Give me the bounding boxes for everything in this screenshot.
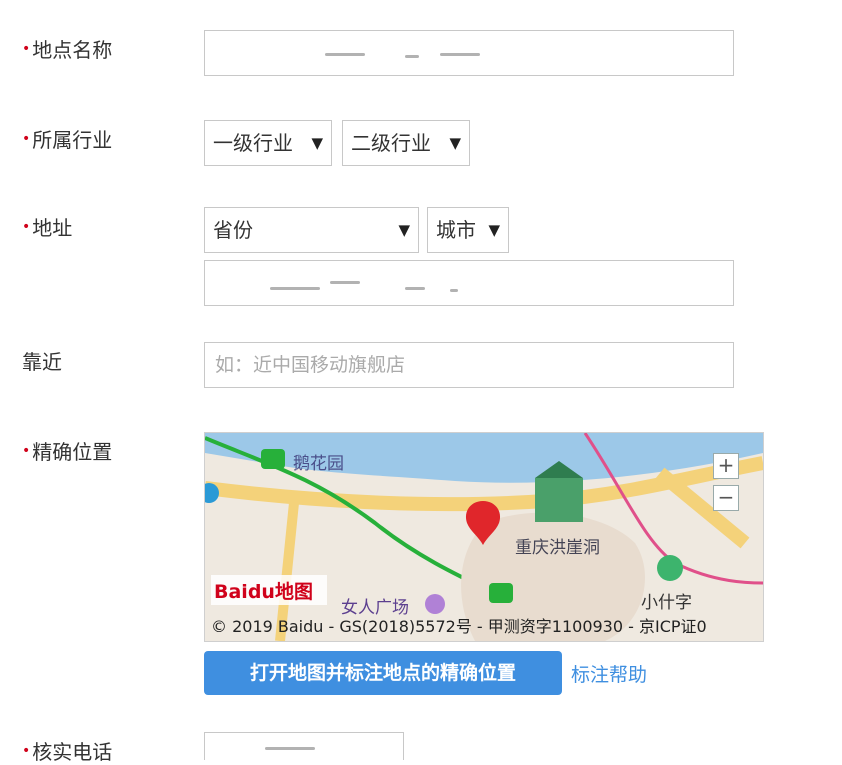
province-value: 省份 xyxy=(213,218,253,242)
address-label: • 地址 xyxy=(22,212,72,241)
address-detail-input[interactable] xyxy=(204,260,734,306)
blurred-text xyxy=(270,287,320,290)
nearby-label-text: 靠近 xyxy=(22,350,62,374)
chevron-down-icon: ▼ xyxy=(398,221,410,239)
industry-level1-value: 一级行业 xyxy=(213,131,293,155)
location-name-label: • 地点名称 xyxy=(22,34,112,63)
map-copyright: © 2019 Baidu - GS(2018)5572号 - 甲测资字11009… xyxy=(211,617,707,636)
industry-level2-select[interactable]: 二级行业 ▼ xyxy=(342,120,470,166)
nearby-placeholder: 如：近中国移动旗舰店 xyxy=(215,354,406,376)
industry-label: • 所属行业 xyxy=(22,124,112,153)
phone-label: • 核实电话 xyxy=(22,736,112,765)
chevron-down-icon: ▼ xyxy=(311,134,323,152)
blurred-text xyxy=(325,53,365,56)
required-marker: • xyxy=(22,743,31,759)
precise-location-label: • 精确位置 xyxy=(22,436,112,465)
blurred-text xyxy=(440,53,480,56)
industry-level1-select[interactable]: 一级行业 ▼ xyxy=(204,120,332,166)
location-name-input[interactable] xyxy=(204,30,734,76)
chevron-down-icon: ▼ xyxy=(488,221,500,239)
phone-input[interactable] xyxy=(204,732,404,760)
industry-label-text: 所属行业 xyxy=(32,128,113,152)
open-map-button[interactable]: 打开地图并标注地点的精确位置 xyxy=(204,651,562,695)
help-link[interactable]: 标注帮助 xyxy=(571,660,647,687)
city-value: 城市 xyxy=(436,218,476,242)
blurred-text xyxy=(450,289,458,292)
baidu-logo: Baidu地图 xyxy=(214,581,313,603)
precise-location-label-text: 精确位置 xyxy=(32,440,113,464)
nearby-label: 靠近 xyxy=(22,346,62,375)
map-label-station: 小什字 xyxy=(641,593,692,613)
province-select[interactable]: 省份 ▼ xyxy=(204,207,419,253)
chevron-down-icon: ▼ xyxy=(449,134,461,152)
nearby-input[interactable]: 如：近中国移动旗舰店 xyxy=(204,342,734,388)
required-marker: • xyxy=(22,41,31,57)
required-marker: • xyxy=(22,219,31,235)
address-label-text: 地址 xyxy=(32,216,73,240)
blurred-text xyxy=(265,747,315,750)
blurred-text xyxy=(405,55,419,58)
map-label-park: 鹅花园 xyxy=(293,454,344,474)
industry-level2-value: 二级行业 xyxy=(351,131,431,155)
required-marker: • xyxy=(22,131,31,147)
zoom-in-button[interactable]: + xyxy=(713,453,739,479)
map-view[interactable]: 鹅花园 重庆洪崖洞 女人广场 小什字 Baidu地图 + − © 2019 Ba… xyxy=(204,432,764,642)
location-name-label-text: 地点名称 xyxy=(32,38,113,62)
zoom-out-button[interactable]: − xyxy=(713,485,739,511)
blurred-text xyxy=(405,287,425,290)
phone-label-text: 核实电话 xyxy=(32,740,113,764)
required-marker: • xyxy=(22,443,31,459)
city-select[interactable]: 城市 ▼ xyxy=(427,207,509,253)
blurred-text xyxy=(330,281,360,284)
map-label-landmark: 重庆洪崖洞 xyxy=(515,538,600,558)
